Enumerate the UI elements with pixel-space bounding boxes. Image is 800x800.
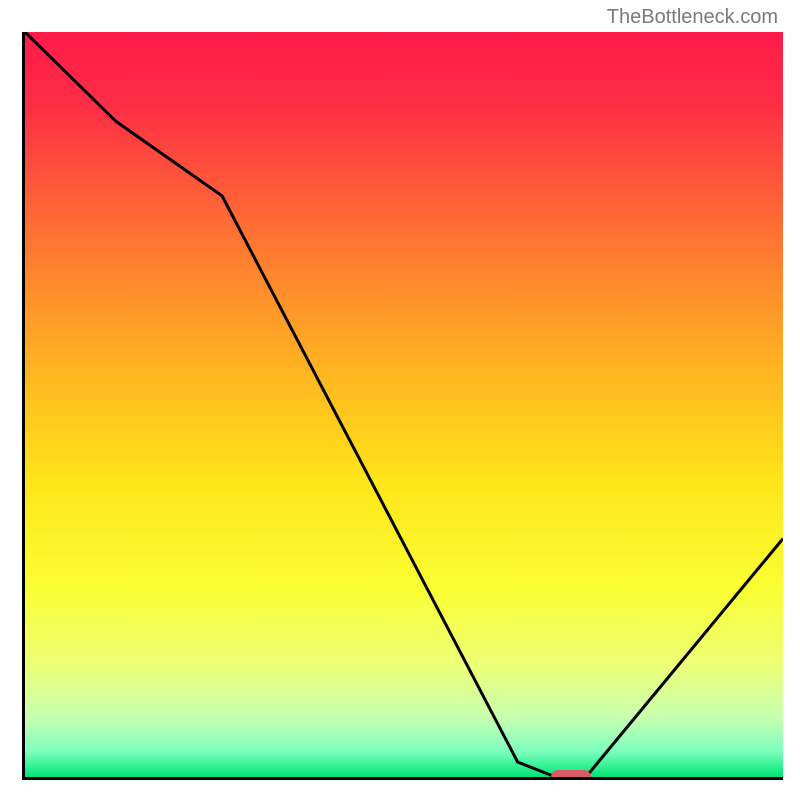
minimum-marker	[551, 770, 591, 780]
plot-area	[22, 32, 783, 780]
watermark-text: TheBottleneck.com	[607, 6, 778, 29]
bottleneck-curve	[25, 32, 783, 777]
chart-container: TheBottleneck.com	[0, 0, 800, 800]
